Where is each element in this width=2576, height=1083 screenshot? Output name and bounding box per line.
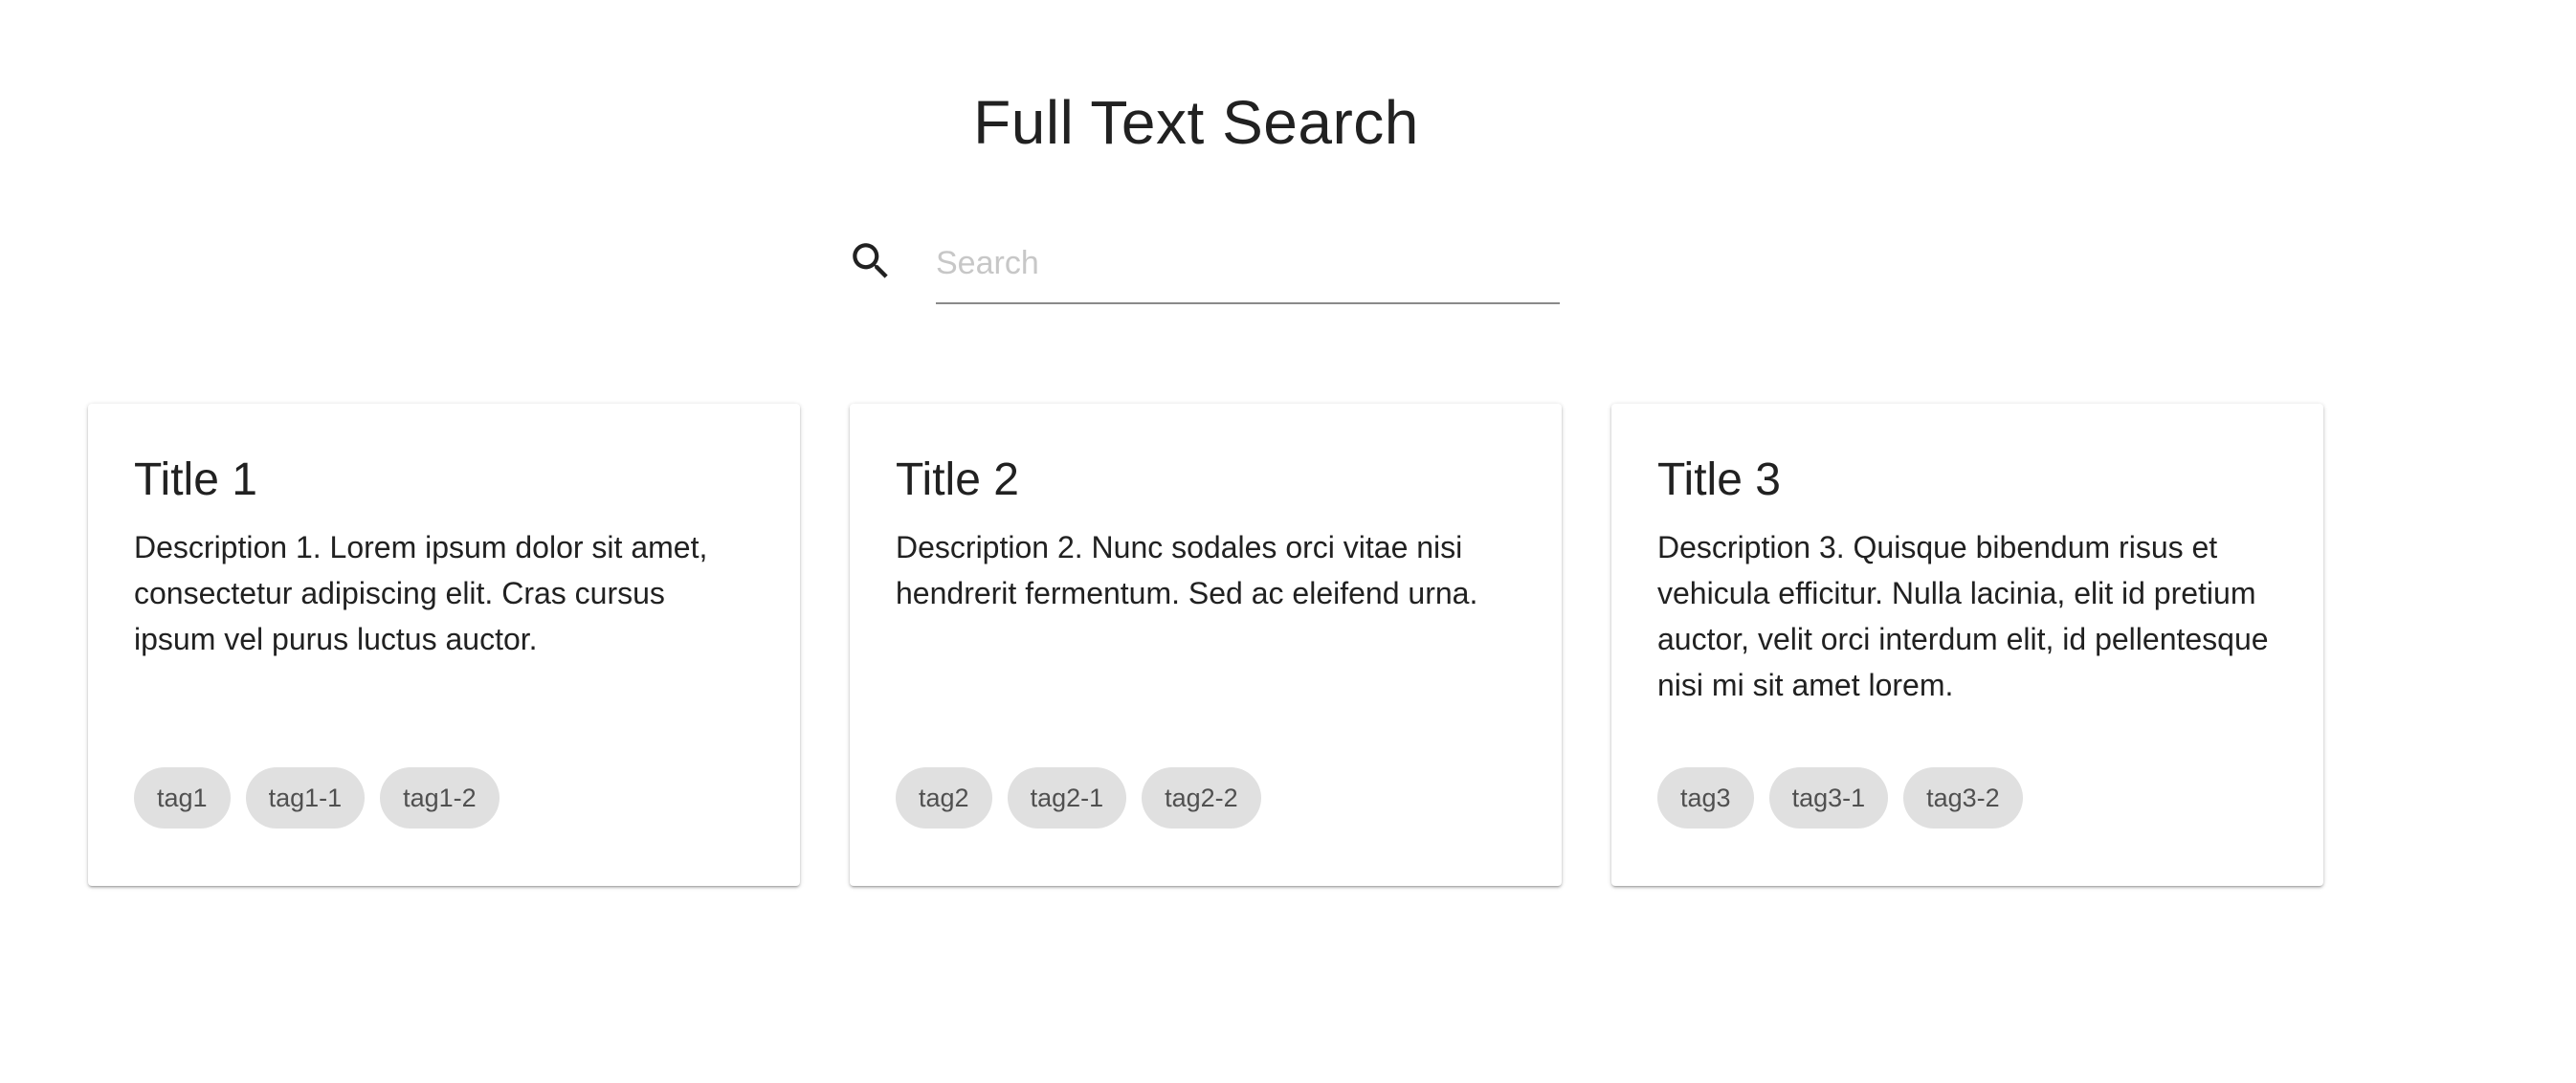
tag-list: tag1 tag1-1 tag1-2 bbox=[134, 767, 500, 829]
card-title: Title 3 bbox=[1657, 454, 1781, 505]
card-description: Description 3. Quisque bibendum risus et… bbox=[1657, 530, 2269, 702]
tag-chip[interactable]: tag3-2 bbox=[1903, 767, 2023, 829]
page-title: Full Text Search bbox=[973, 88, 1419, 157]
tag-chip[interactable]: tag2 bbox=[896, 767, 992, 829]
card-title: Title 2 bbox=[896, 454, 1019, 505]
result-card: Title 1 Description 1. Lorem ipsum dolor… bbox=[88, 404, 800, 886]
tag-list: tag2 tag2-1 tag2-2 bbox=[896, 767, 1261, 829]
card-title: Title 1 bbox=[134, 454, 257, 505]
tag-chip[interactable]: tag2-1 bbox=[1007, 767, 1127, 829]
tag-chip[interactable]: tag3 bbox=[1657, 767, 1754, 829]
result-card: Title 2 Description 2. Nunc sodales orci… bbox=[850, 404, 1562, 886]
tag-chip[interactable]: tag1-1 bbox=[245, 767, 366, 829]
tag-chip[interactable]: tag2-2 bbox=[1142, 767, 1261, 829]
search-bar bbox=[847, 230, 1560, 310]
tag-chip[interactable]: tag1-2 bbox=[380, 767, 500, 829]
tag-chip[interactable]: tag3-1 bbox=[1768, 767, 1889, 829]
card-description: Description 2. Nunc sodales orci vitae n… bbox=[896, 530, 1478, 610]
tag-list: tag3 tag3-1 tag3-2 bbox=[1657, 767, 2023, 829]
search-input[interactable] bbox=[936, 230, 1560, 304]
result-card: Title 3 Description 3. Quisque bibendum … bbox=[1611, 404, 2323, 886]
tag-chip[interactable]: tag1 bbox=[134, 767, 231, 829]
search-icon bbox=[847, 237, 895, 285]
page: Full Text Search Title 1 Description 1. … bbox=[0, 0, 2576, 1083]
card-description: Description 1. Lorem ipsum dolor sit ame… bbox=[134, 530, 708, 656]
